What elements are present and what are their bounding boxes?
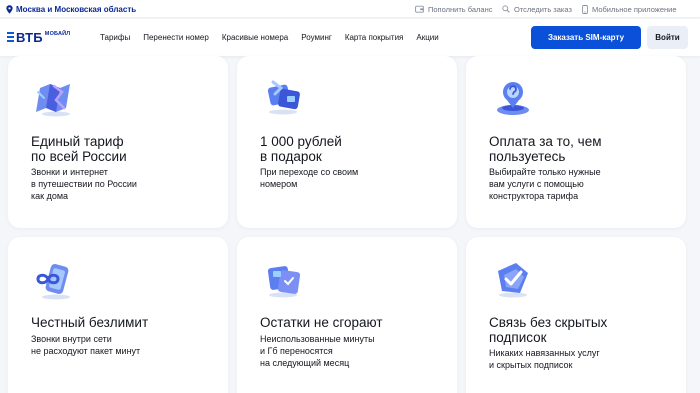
card-title: подписок xyxy=(489,330,547,345)
card-description: конструктора тарифа xyxy=(489,191,579,201)
card-description: в путешествии по России xyxy=(31,179,137,189)
card-title: Остатки не сгорают xyxy=(260,315,383,330)
card-description: номером xyxy=(260,179,298,189)
transfer-cards-icon xyxy=(267,266,301,298)
card-description: Никаких навязанных услуг xyxy=(489,348,600,358)
mobile-app-link[interactable]: Мобильное приложение xyxy=(582,3,677,15)
login-button[interactable]: Войти xyxy=(647,26,688,49)
nav-item-coverage-map[interactable]: Карта покрытия xyxy=(345,33,404,42)
nav-item-roaming[interactable]: Роуминг xyxy=(301,33,332,42)
check-shield-icon xyxy=(498,263,528,298)
order-sim-button[interactable]: Заказать SIM-карту xyxy=(531,26,641,49)
logo-text: ВТБ xyxy=(16,29,43,45)
track-order-link[interactable]: Отследить заказ xyxy=(502,3,572,15)
region-selector[interactable]: Москва и Московская область xyxy=(6,3,136,15)
card-description: вам услуги с помощью xyxy=(489,179,584,189)
location-pin-icon xyxy=(497,82,529,115)
feature-card-no-expiry: Остатки не сгорают Неиспользованные мину… xyxy=(237,237,457,393)
nav-menu: Тарифы Перенести номер Красивые номера Р… xyxy=(100,19,452,56)
card-description: на следующий месяц xyxy=(260,358,350,368)
card-title: пользуетесь xyxy=(489,149,566,164)
feature-card-single-tariff: Единый тариф по всей России Звонки и инт… xyxy=(8,56,228,228)
card-title: 1 000 рублей xyxy=(260,134,342,149)
smartphone-icon xyxy=(582,4,588,14)
nav-item-beautiful-numbers[interactable]: Красивые номера xyxy=(222,33,288,42)
card-title: Честный безлимит xyxy=(31,315,149,330)
card-title: в подарок xyxy=(260,149,322,164)
card-description: При переходе со своим xyxy=(260,167,359,177)
card-title: Единый тариф xyxy=(31,134,124,149)
logo-subtext: МОБАЙЛ xyxy=(44,31,71,37)
logo-mark-icon xyxy=(7,31,14,43)
topup-balance-label: Пополнить баланс xyxy=(428,4,493,14)
card-description: Неиспользованные минуты xyxy=(260,334,375,344)
card-description: и скрытых подписок xyxy=(489,360,573,370)
wallet-icon xyxy=(415,5,424,13)
location-pin-icon xyxy=(6,4,13,14)
main-navigation: ВТБ МОБАЙЛ Тарифы Перенести номер Красив… xyxy=(0,19,700,56)
topup-balance-link[interactable]: Пополнить баланс xyxy=(415,3,493,15)
region-label: Москва и Московская область xyxy=(16,4,137,14)
card-description: Выбирайте только нужные xyxy=(489,167,601,177)
card-description: как дома xyxy=(31,191,69,201)
search-icon xyxy=(502,5,510,13)
card-description: Звонки внутри сети xyxy=(31,334,112,344)
feature-card-honest-unlimited: Честный безлимит Звонки внутри сети не р… xyxy=(8,237,228,393)
card-description: не расходуют пакет минут xyxy=(31,346,141,356)
card-title: Связь без скрытых xyxy=(489,315,608,330)
card-description: Звонки и интернет xyxy=(31,167,108,177)
feature-card-no-hidden-subscriptions: Связь без скрытых подписок Никаких навяз… xyxy=(466,237,686,393)
nav-item-port-number[interactable]: Перенести номер xyxy=(143,33,209,42)
gift-ribbon-icon xyxy=(267,80,300,115)
nav-item-promotions[interactable]: Акции xyxy=(416,33,438,42)
card-title: по всей России xyxy=(31,149,127,164)
card-description: и Гб переносятся xyxy=(260,346,333,356)
infinity-phone-icon xyxy=(36,264,70,300)
road-map-icon xyxy=(36,84,70,117)
nav-item-tariffs[interactable]: Тарифы xyxy=(100,33,130,42)
track-order-label: Отследить заказ xyxy=(514,4,572,14)
feature-card-gift: 1 000 рублей в подарок При переходе со с… xyxy=(237,56,457,228)
card-title: Оплата за то, чем xyxy=(489,134,602,149)
vtb-mobile-logo[interactable]: ВТБ МОБАЙЛ xyxy=(7,28,70,46)
mobile-app-label: Мобильное приложение xyxy=(592,4,677,14)
top-utility-bar: Москва и Московская область Пополнить ба… xyxy=(0,0,700,18)
feature-card-pay-per-use: Оплата за то, чем пользуетесь Выбирайте … xyxy=(466,56,686,228)
